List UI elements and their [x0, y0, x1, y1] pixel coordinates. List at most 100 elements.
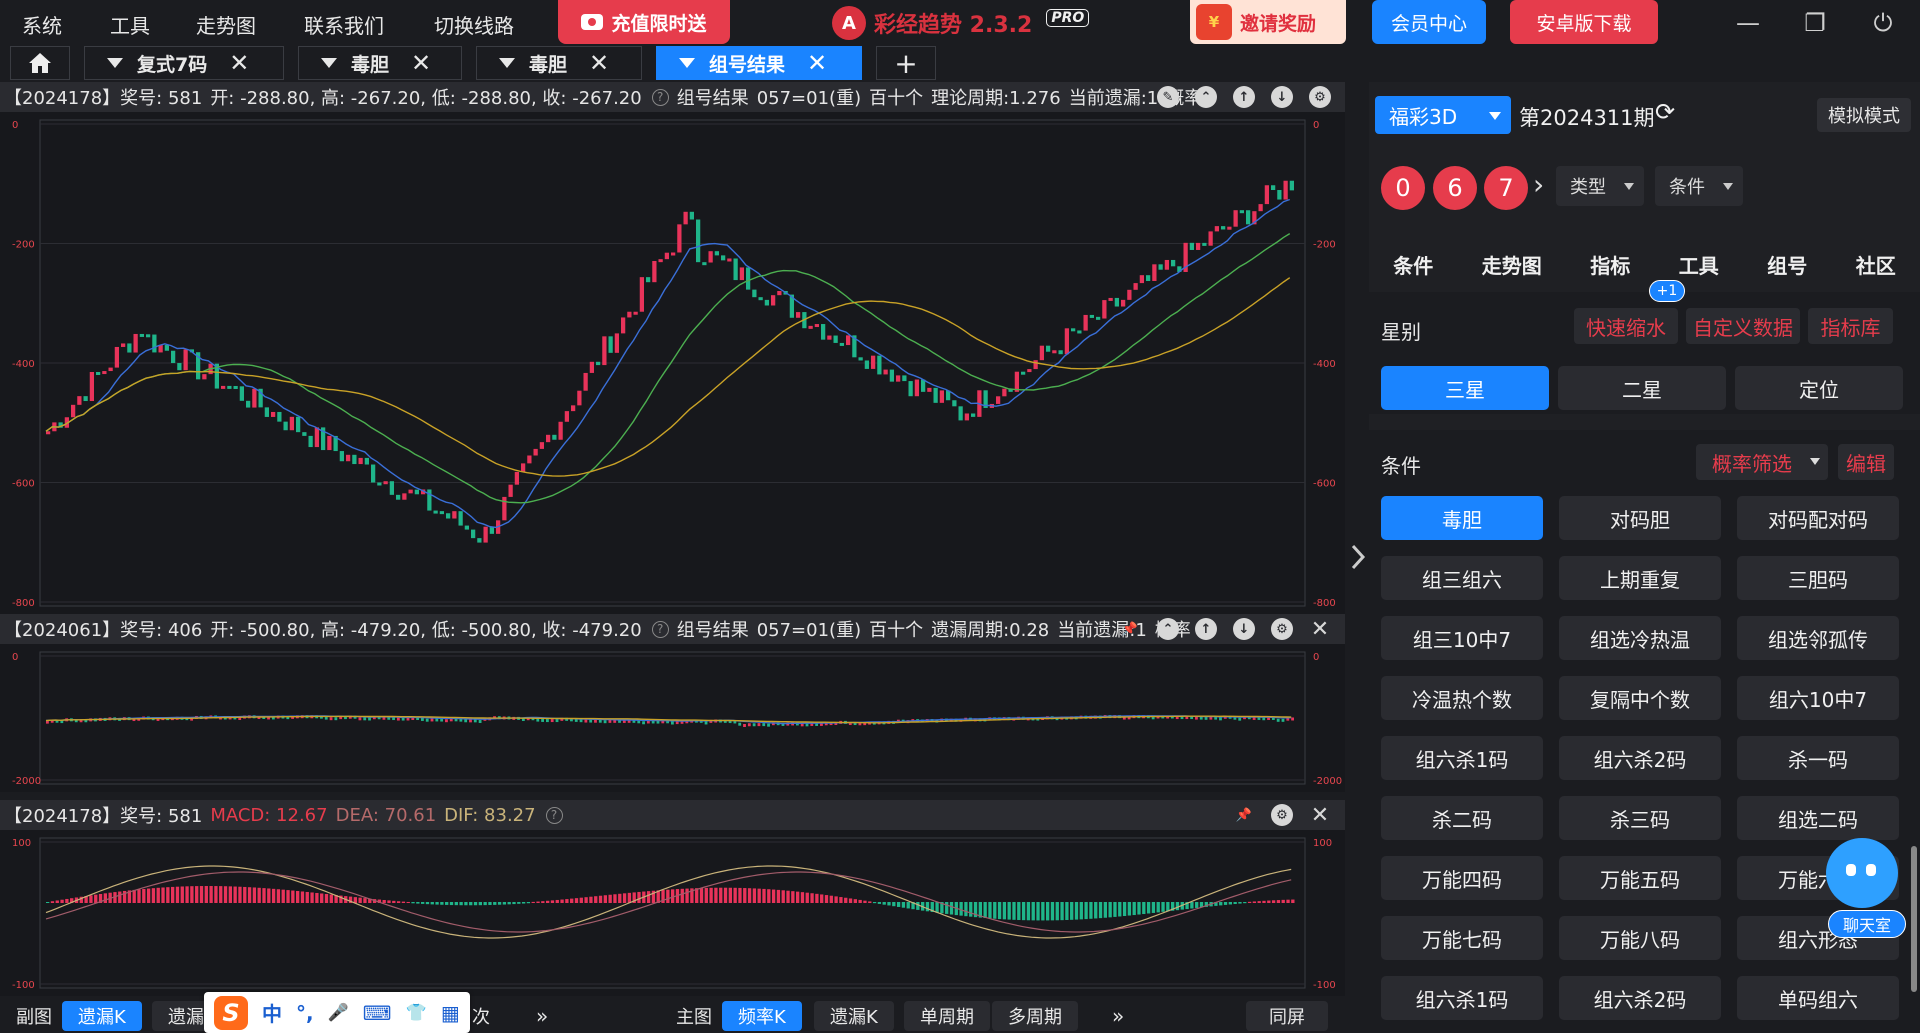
chat-room-label[interactable]: 聊天室: [1828, 910, 1906, 938]
condition-button[interactable]: 杀三码: [1559, 796, 1721, 840]
condition-button[interactable]: 三胆码: [1737, 556, 1899, 600]
help-icon[interactable]: ?: [651, 620, 669, 638]
condition-button[interactable]: 万能八码: [1559, 916, 1721, 960]
condition-button[interactable]: 单码组六: [1737, 976, 1899, 1020]
tab-duodan-1[interactable]: 毒胆 ✕: [298, 46, 462, 80]
star-three-button[interactable]: 三星: [1381, 366, 1549, 410]
simulation-mode-button[interactable]: 模拟模式: [1817, 98, 1911, 132]
type-dropdown[interactable]: 类型: [1556, 166, 1644, 206]
scrollbar[interactable]: [1911, 846, 1917, 992]
ime-toolbar[interactable]: S 中 °, 🎤 ⌨ 👕 ▦: [204, 992, 470, 1033]
condition-button[interactable]: 对码配对码: [1737, 496, 1899, 540]
condition-button[interactable]: 组选邻孤传: [1737, 616, 1899, 660]
tab-dropdown-icon[interactable]: [321, 58, 337, 68]
lottery-select[interactable]: 福彩3D: [1375, 96, 1511, 134]
tab-dropdown-icon[interactable]: [499, 58, 515, 68]
move-up-icon[interactable]: ↑: [1195, 618, 1217, 640]
refresh-icon[interactable]: ⟳: [1655, 98, 1675, 126]
collapse-icon[interactable]: ⌃: [1195, 86, 1217, 108]
help-icon[interactable]: ?: [545, 806, 563, 824]
close-icon[interactable]: ✕: [807, 49, 827, 77]
move-up-icon[interactable]: ↑: [1233, 86, 1255, 108]
recharge-promo-button[interactable]: 充值限时送: [558, 0, 730, 44]
collapse-icon[interactable]: ⌃: [1157, 618, 1179, 640]
menu-tools[interactable]: 工具: [110, 10, 150, 39]
macd-chart-plot[interactable]: 100 100 -100 -100: [0, 830, 1345, 996]
ime-punctuation-icon[interactable]: °,: [296, 1001, 314, 1025]
android-download-button[interactable]: 安卓版下载: [1510, 0, 1658, 44]
condition-button[interactable]: 杀一码: [1737, 736, 1899, 780]
main-missk-button[interactable]: 遗漏K: [814, 1001, 894, 1031]
probability-filter-dropdown[interactable]: 概率筛选: [1696, 444, 1828, 480]
settings-icon[interactable]: ⚙: [1309, 86, 1331, 108]
move-down-icon[interactable]: ↓: [1271, 86, 1293, 108]
close-icon[interactable]: ✕: [1309, 803, 1331, 828]
tab-groups[interactable]: 组号: [1767, 250, 1807, 279]
condition-button[interactable]: 组选冷热温: [1559, 616, 1721, 660]
condition-dropdown[interactable]: 条件: [1655, 166, 1743, 206]
star-position-button[interactable]: 定位: [1735, 366, 1903, 410]
pin-icon[interactable]: 📌: [1233, 804, 1255, 826]
menu-trend[interactable]: 走势图: [196, 10, 256, 39]
main-chart-plot[interactable]: 0 0 -200 -200 -400 -400 -600 -600 -800 -800: [0, 112, 1345, 614]
move-down-icon[interactable]: ↓: [1233, 618, 1255, 640]
condition-button[interactable]: 杀二码: [1381, 796, 1543, 840]
indicator-library-button[interactable]: 指标库: [1808, 308, 1893, 344]
tab-community[interactable]: 社区: [1856, 250, 1896, 279]
edit-icon[interactable]: ✎: [1157, 86, 1179, 108]
minimize-icon[interactable]: —: [1733, 8, 1763, 38]
condition-button[interactable]: 组六10中7: [1737, 676, 1899, 720]
condition-button[interactable]: 组六杀1码: [1381, 976, 1543, 1020]
edit-button[interactable]: 编辑: [1838, 444, 1894, 480]
power-icon[interactable]: ⏻: [1868, 8, 1898, 38]
member-center-button[interactable]: 会员中心: [1372, 0, 1486, 44]
chat-room-widget[interactable]: 聊天室: [1818, 838, 1908, 942]
pin-icon[interactable]: 📌: [1119, 618, 1141, 640]
tab-dropdown-icon[interactable]: [107, 58, 123, 68]
condition-button[interactable]: 组三组六: [1381, 556, 1543, 600]
sub-chart-plot[interactable]: 0 0 -2000 -2000: [0, 644, 1345, 792]
help-icon[interactable]: ?: [651, 88, 669, 106]
condition-button[interactable]: 万能五码: [1559, 856, 1721, 900]
tab-conditions[interactable]: 条件: [1393, 250, 1433, 279]
chevron-right-icon[interactable]: [1347, 542, 1371, 572]
main-freqk-button[interactable]: 频率K: [722, 1001, 802, 1031]
menu-system[interactable]: 系统: [22, 10, 62, 39]
condition-button[interactable]: 组六杀1码: [1381, 736, 1543, 780]
tab-dropdown-icon[interactable]: [679, 58, 695, 68]
condition-button[interactable]: 组六杀2码: [1559, 736, 1721, 780]
close-icon[interactable]: ✕: [1309, 617, 1331, 642]
menu-contact[interactable]: 联系我们: [304, 10, 384, 39]
panel-splitter[interactable]: [1345, 82, 1369, 1033]
settings-icon[interactable]: ⚙: [1271, 804, 1293, 826]
tab-trend[interactable]: 走势图: [1482, 250, 1542, 279]
condition-button[interactable]: 万能四码: [1381, 856, 1543, 900]
main-multi-period-button[interactable]: 多周期: [992, 1001, 1078, 1031]
restore-icon[interactable]: ❐: [1800, 8, 1830, 38]
star-two-button[interactable]: 二星: [1558, 366, 1726, 410]
sub-missk-button[interactable]: 遗漏K: [62, 1001, 142, 1031]
ime-chinese-mode[interactable]: 中: [262, 998, 282, 1027]
ime-apps-icon[interactable]: ▦: [441, 1001, 460, 1025]
condition-button[interactable]: 复隔中个数: [1559, 676, 1721, 720]
condition-button[interactable]: 冷温热个数: [1381, 676, 1543, 720]
invite-reward-button[interactable]: ¥ 邀请奖励: [1190, 0, 1346, 44]
condition-button[interactable]: 万能七码: [1381, 916, 1543, 960]
ime-skin-icon[interactable]: 👕: [406, 1003, 427, 1023]
tab-duodan-2[interactable]: 毒胆 ✕: [476, 46, 642, 80]
condition-button[interactable]: 组三10中7: [1381, 616, 1543, 660]
menu-switch-line[interactable]: 切换线路: [434, 10, 514, 39]
settings-icon[interactable]: ⚙: [1271, 618, 1293, 640]
tab-tools[interactable]: 工具: [1679, 250, 1719, 279]
close-icon[interactable]: ✕: [411, 49, 431, 77]
sub-more-icon[interactable]: »: [520, 1001, 564, 1031]
add-tab-button[interactable]: +: [876, 46, 936, 80]
sogou-logo-icon[interactable]: S: [214, 995, 248, 1030]
quick-reduce-button[interactable]: 快速缩水: [1574, 308, 1678, 344]
condition-button[interactable]: 对码胆: [1559, 496, 1721, 540]
condition-button[interactable]: 组六杀2码: [1559, 976, 1721, 1020]
close-icon[interactable]: ✕: [229, 49, 249, 77]
condition-button[interactable]: 毒胆: [1381, 496, 1543, 540]
tab-fushi7[interactable]: 复式7码 ✕: [84, 46, 284, 80]
custom-data-button[interactable]: 自定义数据: [1686, 308, 1800, 344]
